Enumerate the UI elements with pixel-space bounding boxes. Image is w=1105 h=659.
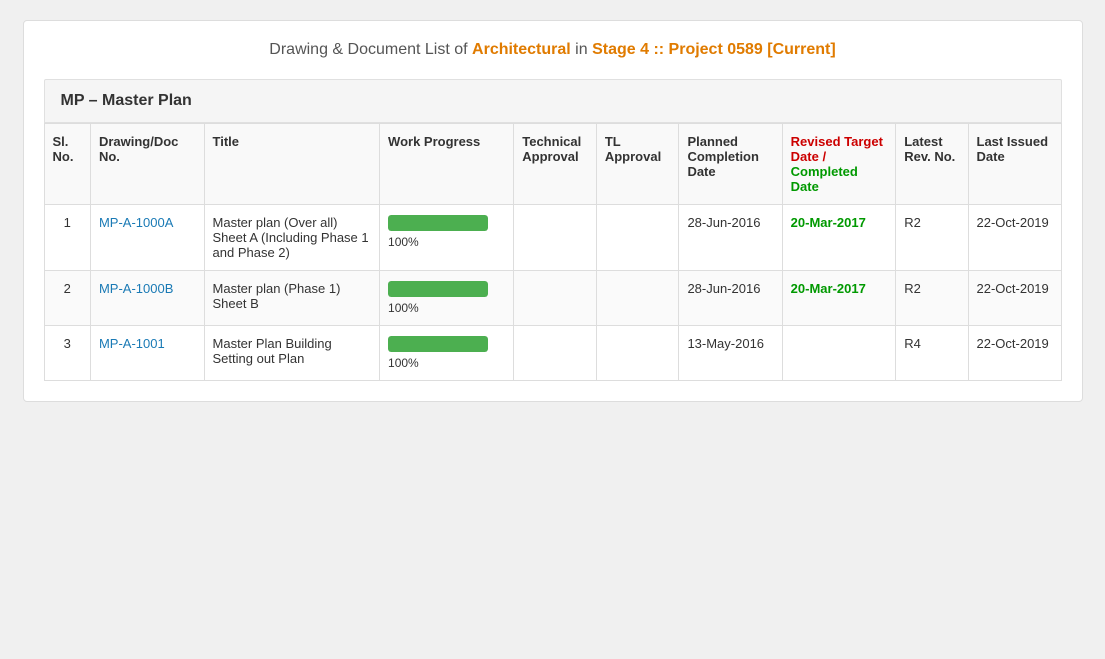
cell-planned-date: 28-Jun-2016 xyxy=(679,205,782,271)
progress-label: 100% xyxy=(388,235,505,249)
col-header-progress: Work Progress xyxy=(380,124,514,205)
drawing-table: Sl. No. Drawing/Doc No. Title Work Progr… xyxy=(44,123,1062,381)
completed-label: Completed Date xyxy=(791,164,858,194)
table-row: 3 MP-A-1001 Master Plan Building Setting o… xyxy=(44,326,1061,381)
cell-title: Master Plan Building Setting out Plan xyxy=(204,326,380,381)
cell-last-issued: 22-Oct-2019 xyxy=(968,271,1061,326)
page-title: Drawing & Document List of Architectural… xyxy=(44,41,1062,59)
title-mid: in xyxy=(571,41,592,58)
cell-tl-approval xyxy=(596,326,679,381)
title-arch: Architectural xyxy=(472,41,571,58)
cell-sl: 3 xyxy=(44,326,90,381)
cell-planned-date: 13-May-2016 xyxy=(679,326,782,381)
cell-revised-date: 20-Mar-2017 xyxy=(782,205,896,271)
col-header-tech: Technical Approval xyxy=(514,124,597,205)
doc-link[interactable]: MP-A-1001 xyxy=(99,336,165,351)
cell-progress: 100% xyxy=(380,271,514,326)
cell-doc-no[interactable]: MP-A-1000B xyxy=(90,271,204,326)
progress-bar-fill xyxy=(388,215,488,231)
title-stage: Stage 4 :: Project 0589 [Current] xyxy=(592,41,836,58)
col-header-doc: Drawing/Doc No. xyxy=(90,124,204,205)
main-container: Drawing & Document List of Architectural… xyxy=(23,20,1083,402)
cell-sl: 2 xyxy=(44,271,90,326)
cell-progress: 100% xyxy=(380,326,514,381)
cell-title: Master plan (Phase 1) Sheet B xyxy=(204,271,380,326)
cell-latest-rev: R2 xyxy=(896,205,968,271)
cell-doc-no[interactable]: MP-A-1001 xyxy=(90,326,204,381)
section-header: MP – Master Plan xyxy=(44,79,1062,123)
col-header-planned: Planned Completion Date xyxy=(679,124,782,205)
col-header-title: Title xyxy=(204,124,380,205)
progress-label: 100% xyxy=(388,356,505,370)
cell-tech-approval xyxy=(514,326,597,381)
cell-progress: 100% xyxy=(380,205,514,271)
progress-label: 100% xyxy=(388,301,505,315)
col-header-last: Last Issued Date xyxy=(968,124,1061,205)
col-header-revised: Revised Target Date / Completed Date xyxy=(782,124,896,205)
col-header-sl: Sl. No. xyxy=(44,124,90,205)
cell-last-issued: 22-Oct-2019 xyxy=(968,326,1061,381)
cell-sl: 1 xyxy=(44,205,90,271)
cell-revised-date xyxy=(782,326,896,381)
section-title: MP – Master Plan xyxy=(61,92,192,109)
cell-tl-approval xyxy=(596,205,679,271)
revised-label: Revised Target Date / xyxy=(791,134,883,164)
col-header-tl: TL Approval xyxy=(596,124,679,205)
progress-bar-fill xyxy=(388,281,488,297)
cell-revised-date: 20-Mar-2017 xyxy=(782,271,896,326)
cell-doc-no[interactable]: MP-A-1000A xyxy=(90,205,204,271)
cell-title: Master plan (Over all) Sheet A (Includin… xyxy=(204,205,380,271)
table-row: 2 MP-A-1000B Master plan (Phase 1) Sheet B… xyxy=(44,271,1061,326)
progress-bar-fill xyxy=(388,336,488,352)
cell-last-issued: 22-Oct-2019 xyxy=(968,205,1061,271)
doc-link[interactable]: MP-A-1000A xyxy=(99,215,173,230)
title-prefix: Drawing & Document List of xyxy=(269,41,472,58)
cell-planned-date: 28-Jun-2016 xyxy=(679,271,782,326)
cell-tech-approval xyxy=(514,271,597,326)
cell-tech-approval xyxy=(514,205,597,271)
cell-latest-rev: R4 xyxy=(896,326,968,381)
doc-link[interactable]: MP-A-1000B xyxy=(99,281,173,296)
col-header-latest: Latest Rev. No. xyxy=(896,124,968,205)
cell-latest-rev: R2 xyxy=(896,271,968,326)
table-row: 1 MP-A-1000A Master plan (Over all) Sheet … xyxy=(44,205,1061,271)
cell-tl-approval xyxy=(596,271,679,326)
